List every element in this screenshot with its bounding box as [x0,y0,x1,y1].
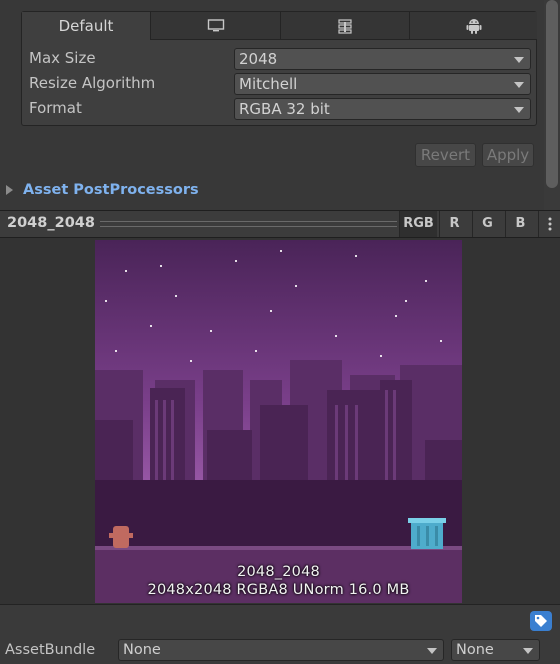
channel-b-button[interactable]: B [505,211,535,237]
revert-button[interactable]: Revert [415,143,476,167]
tab-default-label: Default [58,17,114,35]
chevron-down-icon [514,57,524,63]
chevron-down-icon [523,648,533,654]
max-size-dropdown[interactable]: 2048 [234,48,531,70]
asset-postprocessors-foldout[interactable]: Asset PostProcessors [6,181,199,199]
monitor-icon [207,18,224,31]
import-settings-panel: Default Max Size 2048 Resize Algorithm M… [21,11,537,126]
tab-default[interactable]: Default [22,12,151,40]
apply-button[interactable]: Apply [482,143,534,167]
preview-title: 2048_2048 [7,215,95,231]
chevron-down-icon [514,107,524,113]
server-icon [338,18,352,34]
chevron-down-icon [514,82,524,88]
asset-bundle-name-dropdown[interactable]: None [118,639,444,661]
scrollbar-thumb[interactable] [546,0,558,188]
resize-algorithm-dropdown[interactable]: Mitchell [234,73,531,95]
texture-preview-image [95,240,462,603]
foldout-arrow-icon [6,185,13,195]
tab-android[interactable] [410,12,537,40]
format-value: RGBA 32 bit [239,100,330,118]
asset-labels-button[interactable] [530,611,552,631]
preview-overlay-name: 2048_2048 [237,564,320,580]
preview-overlay-info: 2048x2048 RGBA8 UNorm 16.0 MB [147,582,410,598]
tab-standalone[interactable] [151,12,281,40]
resize-algorithm-value: Mitchell [239,75,298,93]
kebab-menu-icon [548,217,551,231]
asset-bundle-name-value: None [123,642,161,658]
max-size-label: Max Size [29,49,96,67]
format-label: Format [29,99,82,117]
preview-menu-button[interactable] [538,211,560,237]
tag-icon [535,615,547,627]
android-icon [466,19,481,34]
asset-bundle-label: AssetBundle [5,642,96,658]
preview-header: 2048_2048 RGB R G B [0,210,560,238]
channel-g-button[interactable]: G [472,211,502,237]
tab-server[interactable] [281,12,410,40]
resize-algorithm-label: Resize Algorithm [29,74,156,92]
asset-bundle-variant-value: None [456,642,494,658]
asset-postprocessors-label: Asset PostProcessors [23,182,199,198]
format-dropdown[interactable]: RGBA 32 bit [234,98,531,120]
max-size-value: 2048 [239,50,278,68]
asset-bundle-variant-dropdown[interactable]: None [451,639,540,661]
channel-rgb-button[interactable]: RGB [399,211,437,237]
chevron-down-icon [427,648,437,654]
preview-drag-handle[interactable] [100,221,397,227]
channel-r-button[interactable]: R [439,211,469,237]
